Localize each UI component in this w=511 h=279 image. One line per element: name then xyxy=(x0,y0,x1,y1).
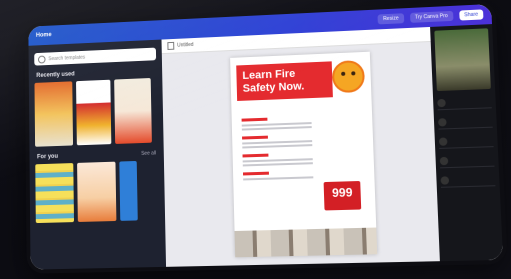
template-thumbnail[interactable] xyxy=(34,81,74,147)
poster-page[interactable]: Learn Fire Safety Now. 999 xyxy=(230,51,378,258)
template-sidebar: Search templates Recently used For you S… xyxy=(28,39,167,270)
recent-section-title: Recently used xyxy=(36,71,75,80)
document-icon xyxy=(167,41,175,50)
template-thumbnail[interactable] xyxy=(76,79,112,146)
share-button[interactable]: Share xyxy=(458,9,484,21)
text-heading-line xyxy=(241,117,268,122)
poster-banner[interactable]: Learn Fire Safety Now. xyxy=(236,61,333,101)
text-heading-line xyxy=(242,171,269,176)
template-thumbnail[interactable] xyxy=(77,161,117,222)
mascot-illustration[interactable] xyxy=(331,59,366,94)
avatar xyxy=(440,176,450,185)
text-heading-line xyxy=(242,135,268,140)
see-all-link[interactable]: See all xyxy=(141,150,156,156)
poster-photo-strip[interactable] xyxy=(234,227,378,258)
for-you-thumbnails xyxy=(30,160,166,224)
template-thumbnail[interactable] xyxy=(119,160,138,221)
participant-row[interactable] xyxy=(440,172,496,188)
avatar xyxy=(439,156,449,166)
recent-thumbnails xyxy=(29,77,164,147)
try-pro-button[interactable]: Try Canva Pro xyxy=(409,10,454,23)
search-placeholder: Search templates xyxy=(48,54,86,62)
text-line xyxy=(242,144,313,149)
video-thumbnail[interactable] xyxy=(434,28,491,92)
recent-section-header: Recently used xyxy=(36,68,154,79)
editor-canvas: Untitled Learn Fire Safety Now. 999 xyxy=(161,26,440,267)
document-title[interactable]: Untitled xyxy=(177,42,194,49)
video-panel xyxy=(430,24,504,262)
participant-row[interactable] xyxy=(437,114,493,130)
for-you-section-title: For you xyxy=(37,153,58,161)
search-icon xyxy=(37,55,46,64)
poster-body-text[interactable] xyxy=(241,110,314,182)
for-you-section-header: For you See all xyxy=(37,150,156,160)
template-thumbnail[interactable] xyxy=(35,163,75,224)
avatar xyxy=(437,98,446,108)
home-link[interactable]: Home xyxy=(36,32,52,38)
laptop-screen: Home Resize Try Canva Pro Share Search t… xyxy=(24,0,508,274)
text-line xyxy=(243,176,314,181)
text-line xyxy=(242,162,313,167)
text-line xyxy=(241,126,312,131)
emergency-number-badge[interactable]: 999 xyxy=(323,180,362,211)
template-search-input[interactable]: Search templates xyxy=(34,47,157,66)
participant-row[interactable] xyxy=(438,133,494,149)
text-heading-line xyxy=(242,153,269,158)
participant-row[interactable] xyxy=(437,95,492,111)
participant-row[interactable] xyxy=(439,153,495,169)
avatar xyxy=(438,137,448,146)
avatar xyxy=(438,118,447,127)
template-thumbnail[interactable] xyxy=(114,77,152,144)
resize-button[interactable]: Resize xyxy=(377,13,404,25)
